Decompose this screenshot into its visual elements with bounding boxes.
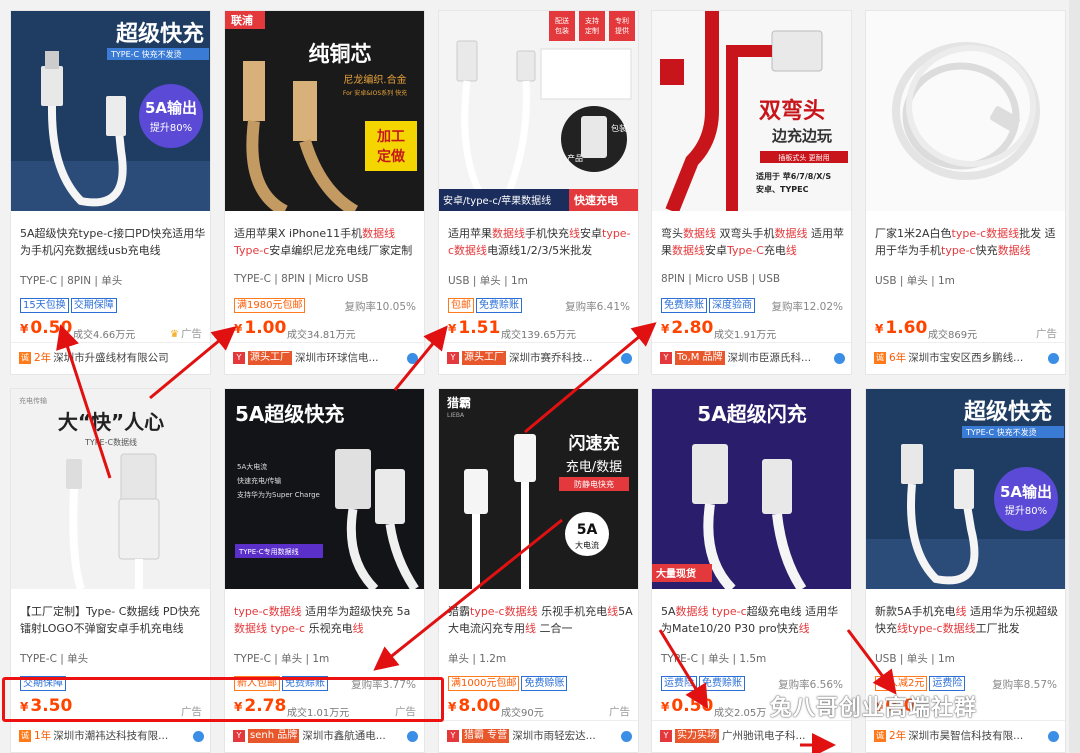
highlight-box (2, 677, 444, 722)
watermark-text: 兔八哥创业高端社群 (770, 696, 978, 721)
annotation-arrows (56, 322, 897, 753)
